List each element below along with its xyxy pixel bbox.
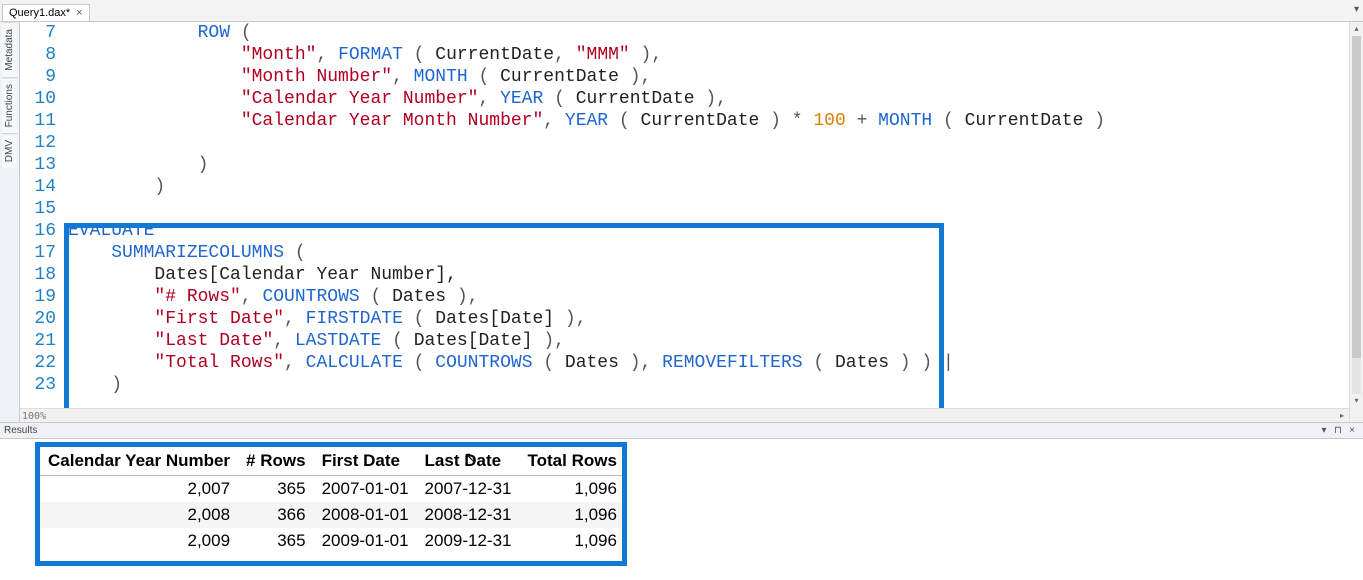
code-line[interactable]: ROW ( [64,22,1363,44]
main-area: Metadata Functions DMV 7 ROW (8 "Month",… [0,22,1363,422]
line-number: 19 [20,286,64,308]
col-total-rows[interactable]: Total Rows [520,447,625,476]
code-line[interactable]: "Calendar Year Month Number", YEAR ( Cur… [64,110,1363,132]
tabstrip-overflow-icon[interactable]: ▾ [1354,4,1359,15]
side-tool-tabs: Metadata Functions DMV [0,22,20,422]
cell-cyn: 2,009 [40,528,238,554]
code-editor-viewport[interactable]: 7 ROW (8 "Month", FORMAT ( CurrentDate, … [20,22,1363,422]
code-line[interactable]: ) [64,154,1363,176]
results-title: Results [4,425,1317,436]
code-line[interactable]: "Calendar Year Number", YEAR ( CurrentDa… [64,88,1363,110]
code-line[interactable]: "# Rows", COUNTROWS ( Dates ), [64,286,1363,308]
col-first-date[interactable]: First Date [314,447,417,476]
code-line[interactable]: "First Date", FIRSTDATE ( Dates[Date] ), [64,308,1363,330]
cell-total-rows: 1,096 [520,528,625,554]
code-line[interactable]: "Last Date", LASTDATE ( Dates[Date] ), [64,330,1363,352]
cell-total-rows: 1,096 [520,502,625,528]
tab-query1[interactable]: Query1.dax* × [2,4,90,21]
code-line[interactable]: SUMMARIZECOLUMNS ( [64,242,1363,264]
results-close-icon[interactable]: × [1345,425,1359,436]
line-number: 22 [20,352,64,374]
cell-last-date: 2007-12-31 [417,476,520,503]
line-number: 15 [20,198,64,220]
cell-first-date: 2009-01-01 [314,528,417,554]
table-row[interactable]: 2,008 366 2008-01-01 2008-12-31 1,096 [40,502,625,528]
table-row[interactable]: 2,007 365 2007-01-01 2007-12-31 1,096 [40,476,625,503]
tab-title: Query1.dax* [9,7,70,19]
cell-first-date: 2008-01-01 [314,502,417,528]
line-number: 20 [20,308,64,330]
col-rows[interactable]: # Rows [238,447,314,476]
line-number: 18 [20,264,64,286]
line-number: 10 [20,88,64,110]
cell-last-date: 2008-12-31 [417,502,520,528]
table-row[interactable]: 2,009 365 2009-01-01 2009-12-31 1,096 [40,528,625,554]
cell-cyn: 2,007 [40,476,238,503]
code-line[interactable]: EVALUATE [64,220,1363,242]
code-lines: 7 ROW (8 "Month", FORMAT ( CurrentDate, … [20,22,1363,396]
line-number: 13 [20,154,64,176]
code-line[interactable] [64,198,1363,220]
code-line[interactable]: Dates[Calendar Year Number], [64,264,1363,286]
sidetab-metadata[interactable]: Metadata [2,22,17,77]
code-line[interactable]: ) [64,176,1363,198]
line-number: 11 [20,110,64,132]
code-editor[interactable]: 7 ROW (8 "Month", FORMAT ( CurrentDate, … [20,22,1363,422]
code-line[interactable]: "Month Number", MONTH ( CurrentDate ), [64,66,1363,88]
cell-last-date: 2009-12-31 [417,528,520,554]
cell-cyn: 2,008 [40,502,238,528]
cell-first-date: 2007-01-01 [314,476,417,503]
line-number: 21 [20,330,64,352]
scroll-track[interactable] [1352,36,1361,394]
line-number: 17 [20,242,64,264]
line-number: 9 [20,66,64,88]
scroll-up-icon[interactable]: ▴ [1350,22,1363,36]
results-grid-wrap: Calendar Year Number # Rows First Date L… [0,439,1363,580]
document-tabstrip: Query1.dax* × ▾ [0,0,1363,22]
line-number: 7 [20,22,64,44]
results-header: Results ▾ ⊓ × [0,423,1363,439]
close-icon[interactable]: × [76,7,82,19]
line-number: 23 [20,374,64,396]
cell-total-rows: 1,096 [520,476,625,503]
sidetab-dmv[interactable]: DMV [2,133,17,168]
results-header-row: Calendar Year Number # Rows First Date L… [40,447,625,476]
col-last-date[interactable]: Last Date [417,447,520,476]
scroll-right-icon[interactable]: ▸ [1335,411,1349,420]
sidetab-functions[interactable]: Functions [2,77,17,133]
editor-scrollbar-horizontal[interactable]: 100% ▸ [20,408,1349,422]
scroll-down-icon[interactable]: ▾ [1350,394,1363,408]
scroll-thumb[interactable] [1352,36,1361,358]
results-panel: Results ▾ ⊓ × Calendar Year Number # Row… [0,422,1363,580]
cell-rows: 366 [238,502,314,528]
editor-scrollbar-vertical[interactable]: ▴ ▾ [1349,22,1363,422]
col-calendar-year-number[interactable]: Calendar Year Number [40,447,238,476]
results-dropdown-icon[interactable]: ▾ [1317,425,1331,436]
code-line[interactable] [64,132,1363,154]
results-pin-icon[interactable]: ⊓ [1331,425,1345,436]
line-number: 12 [20,132,64,154]
code-line[interactable]: "Total Rows", CALCULATE ( COUNTROWS ( Da… [64,352,1363,374]
editor-zoom-status: 100% [22,411,46,422]
cell-rows: 365 [238,528,314,554]
code-line[interactable]: ) [64,374,1363,396]
code-line[interactable]: "Month", FORMAT ( CurrentDate, "MMM" ), [64,44,1363,66]
app-root: Query1.dax* × ▾ Metadata Functions DMV 7… [0,0,1363,580]
cell-rows: 365 [238,476,314,503]
results-grid[interactable]: Calendar Year Number # Rows First Date L… [40,447,625,554]
line-number: 8 [20,44,64,66]
line-number: 16 [20,220,64,242]
line-number: 14 [20,176,64,198]
